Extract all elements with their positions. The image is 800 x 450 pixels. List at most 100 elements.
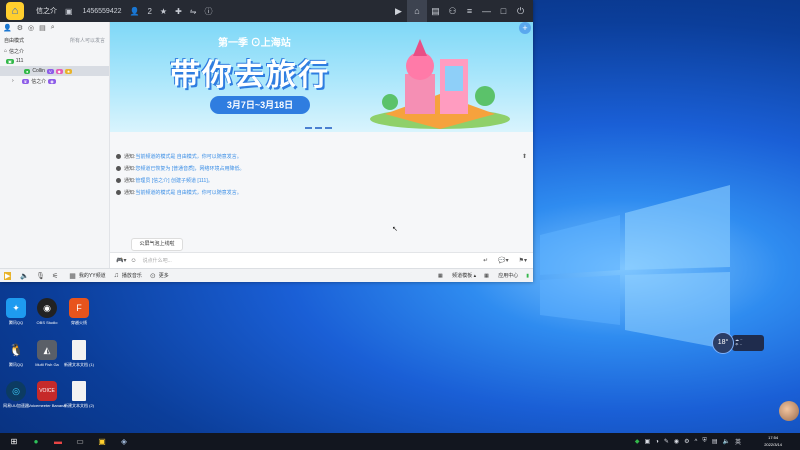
add-icon[interactable]: + xyxy=(519,22,531,34)
main-panel: 第一季 ⊙上海站 带你去旅行 3月7日~3月18日 + 通知: 当前频道的模式是… xyxy=(110,22,533,269)
minimize-icon[interactable]: — xyxy=(478,6,495,16)
expand-icon[interactable]: › xyxy=(12,78,14,84)
more-button[interactable]: ⊙ 更多 xyxy=(150,272,169,280)
network-icon[interactable]: ▤ xyxy=(712,438,718,445)
weather-widget[interactable]: ☁ ~ ☂ ~ 18° xyxy=(712,332,764,354)
info-icon[interactable]: ⓘ xyxy=(205,6,213,17)
icon-label: 腾讯QQ xyxy=(8,320,24,325)
voicemeeter-icon: VOICE xyxy=(37,381,57,401)
play-music-button[interactable]: ♫ 播放音乐 xyxy=(114,272,142,279)
search-icon[interactable]: ⌕ xyxy=(51,24,55,32)
icon-label: 新建文本文档 (1) xyxy=(64,362,94,367)
chat-input[interactable]: 说点什么吧... xyxy=(143,257,172,264)
channel-badge-icon: ▣ xyxy=(6,58,14,64)
mode-row[interactable]: 自由模式 所有人可以发言 xyxy=(0,34,109,46)
tree-sub-channel[interactable]: ▣ 111 xyxy=(0,56,109,66)
tray-icon[interactable]: ⚙ xyxy=(684,438,689,445)
share-icon[interactable]: ⇋ xyxy=(190,7,197,16)
yy-voice-window: ⌂ 信之介 ▣ 1456559422 👤 2 ★ ✚ ⇋ ⓘ ▶ ⌂ ▤ ⚇ ≡… xyxy=(0,0,533,282)
level-badge-icon: V xyxy=(46,68,54,74)
bb-label: 更多 xyxy=(158,273,169,279)
banner-pager[interactable] xyxy=(305,127,335,129)
my-channel-button[interactable]: ▦ 我的YY频道 xyxy=(69,272,105,280)
text-file-icon xyxy=(72,340,86,360)
home-icon[interactable]: ⌂ xyxy=(407,0,427,22)
desktop-icon-text1[interactable]: 新建文本文档 (1) xyxy=(59,340,99,368)
start-icon[interactable]: ⊞ xyxy=(6,435,22,449)
list-icon[interactable]: ▤ xyxy=(39,24,46,32)
more-icon: ⊙ xyxy=(149,272,156,280)
speaker-icon[interactable]: 🔈 xyxy=(20,272,29,280)
mixer-icon[interactable]: ⚟ xyxy=(52,272,58,280)
banner-title: 带你去旅行 xyxy=(170,58,330,93)
yy-icon[interactable]: ▣ xyxy=(94,435,110,449)
tree-label: 信之介 xyxy=(31,78,47,85)
gamepad-icon[interactable]: 🎮▾ xyxy=(116,257,126,264)
windows-logo-light xyxy=(540,185,730,350)
pin-icon[interactable]: ✚ xyxy=(175,7,182,16)
emoji-icon[interactable]: ☺ xyxy=(130,258,136,264)
tray-icon[interactable]: ◑ xyxy=(655,439,659,445)
banner-season: 第一季 ⊙上海站 xyxy=(218,38,291,49)
location-icon[interactable]: ◎ xyxy=(28,24,34,32)
bottom-toolbar: ▶ 🔈 🎙 ⚟ ▦ 我的YY频道 ♫ 播放音乐 ⊙ 更多 ▦ 频道模板 ▴ ▦ … xyxy=(0,268,533,282)
maximize-icon[interactable]: □ xyxy=(495,6,512,16)
language-icon[interactable]: 英 xyxy=(735,437,741,446)
sidebar-toolbar: 👤 ⚙ ◎ ▤ ⌕ xyxy=(0,22,109,34)
steam-icon[interactable]: ◈ xyxy=(116,435,132,449)
tree-root[interactable]: ⌂ 信之介 xyxy=(0,46,109,56)
pin-icon[interactable]: ⬆ xyxy=(522,153,527,160)
tray-icon[interactable]: ✎ xyxy=(664,438,669,445)
tree-user-selected[interactable]: ● Collin V ◆ ★ xyxy=(0,66,109,76)
shield-icon[interactable]: ⛨ xyxy=(702,438,707,445)
mic-mode-icon[interactable]: ▶ xyxy=(4,271,12,280)
volume-icon[interactable]: 🔈 xyxy=(723,438,730,445)
msg-label: 通知: xyxy=(124,189,136,196)
list-item: 通知: 管理员 [信之介] 创建子频道 [111]。 xyxy=(116,174,526,186)
app-icon[interactable]: ▬ xyxy=(50,435,66,449)
power-icon[interactable]: ⏻ xyxy=(512,6,529,17)
desktop-icon-cf[interactable]: F 穿越火线 xyxy=(59,298,99,326)
temperature: 18° xyxy=(712,332,734,354)
tree-label: Collin xyxy=(32,68,45,74)
send-icon[interactable]: ↵ xyxy=(483,257,488,264)
clock[interactable]: 17:54 2022/3/14 xyxy=(764,434,782,448)
template-button[interactable]: ▦ 频道模板 ▴ xyxy=(438,272,476,279)
list-item: 通知: 当前频道的模式是 自由模式，你可以随意发言。 xyxy=(116,186,526,198)
microphone-icon[interactable]: 🎙 xyxy=(36,272,45,280)
list-item: 通知: 您频道已恢复为 [普通音质]，网络环境占用降低。 xyxy=(116,162,526,174)
msg-label: 通知: xyxy=(124,165,136,172)
chevron-up-icon[interactable]: ^ xyxy=(694,439,697,445)
app-icon[interactable]: ▭ xyxy=(72,435,88,449)
msg-label: 通知: xyxy=(124,153,136,160)
menu-icon[interactable]: ≡ xyxy=(461,6,478,16)
game-icon[interactable]: ⚇ xyxy=(444,6,461,17)
folder-icon: ⌂ xyxy=(4,48,8,54)
tray-icon[interactable]: ▣ xyxy=(645,438,651,445)
notice-icon xyxy=(116,153,121,159)
bubble-icon[interactable]: 💬▾ xyxy=(498,257,508,264)
mode-label[interactable]: 自由模式 xyxy=(4,37,24,44)
titlebar[interactable]: ⌂ 信之介 ▣ 1456559422 👤 2 ★ ✚ ⇋ ⓘ ▶ ⌂ ▤ ⚇ ≡… xyxy=(0,0,533,22)
icon-label: 新建文本文档 (2) xyxy=(64,403,94,408)
desktop-icon-text2[interactable]: 新建文本文档 (2) xyxy=(59,381,99,409)
video-icon[interactable]: ▶ xyxy=(390,6,407,17)
promo-banner[interactable]: 第一季 ⊙上海站 带你去旅行 3月7日~3月18日 + xyxy=(110,22,533,132)
settings-icon[interactable]: ⚙ xyxy=(17,24,23,32)
user-count-icon: 👤 xyxy=(129,6,140,16)
wechat-icon[interactable]: ● xyxy=(28,435,44,449)
music-icon: ♫ xyxy=(113,272,119,279)
star-icon[interactable]: ★ xyxy=(160,7,167,16)
avatar[interactable] xyxy=(779,401,799,421)
home-logo-icon[interactable]: ⌂ xyxy=(6,2,24,20)
qq-penguin-icon: 🐧 xyxy=(8,343,24,357)
tree-user[interactable]: › ♛ 信之介 ◉ xyxy=(0,76,109,86)
tray-icon[interactable]: ◆ xyxy=(635,438,640,445)
list-icon[interactable]: ▤ xyxy=(427,6,444,17)
gift-icon[interactable]: ⚑▾ xyxy=(519,257,527,264)
user-icon[interactable]: 👤 xyxy=(3,24,12,32)
channel-sidebar: 👤 ⚙ ◎ ▤ ⌕ 自由模式 所有人可以发言 ⌂ 信之介 ▣ 111 ● Col… xyxy=(0,22,110,269)
tray-icon[interactable]: ◉ xyxy=(674,438,679,445)
app-center-button[interactable]: ▦ 应用中心 xyxy=(484,272,518,279)
user-status-icon: ● xyxy=(24,68,31,74)
